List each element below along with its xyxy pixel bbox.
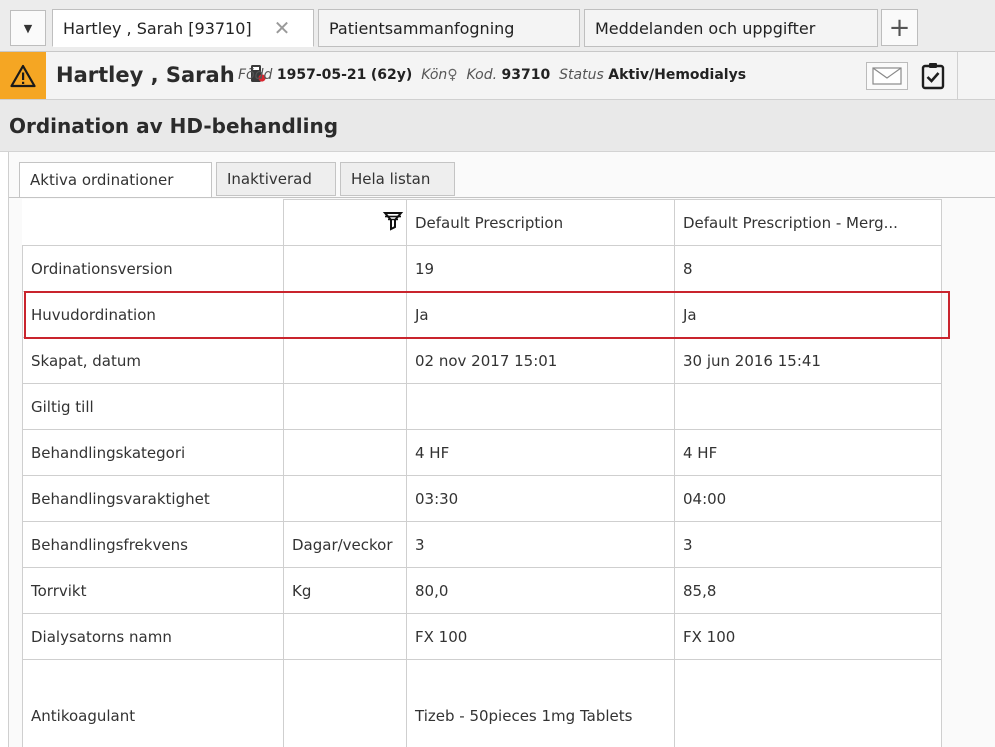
clipboard-check-icon xyxy=(921,63,945,90)
envelope-icon xyxy=(872,67,902,85)
cell-value: FX 100 xyxy=(406,613,675,660)
age-value: (62y) xyxy=(370,67,413,83)
subtab-full-list[interactable]: Hela listan xyxy=(340,162,455,196)
cell-value: 85,8 xyxy=(674,567,942,614)
prescription-table: Default Prescription Default Prescriptio… xyxy=(22,199,942,747)
cell-value xyxy=(674,659,942,747)
code-label: Kod. xyxy=(466,67,498,83)
table-row: Huvudordination Ja Ja xyxy=(22,291,942,338)
tab-patient-merge-label: Patientsammanfogning xyxy=(329,18,515,38)
subtab-inactivated-label: Inaktiverad xyxy=(227,170,312,188)
table-row: Behandlingsfrekvens Dagar/veckor 3 3 xyxy=(22,521,942,568)
tab-patient[interactable]: Hartley , Sarah [93710] ✕ xyxy=(52,9,314,47)
column-header[interactable]: Default Prescription - Merg... xyxy=(674,199,942,246)
status-label: Status xyxy=(559,67,604,83)
cell-value: 4 HF xyxy=(674,429,942,476)
cell-value: 30 jun 2016 15:41 xyxy=(674,337,942,384)
table-row: Antikoagulant Tizeb - 50pieces 1mg Table… xyxy=(22,659,942,747)
warning-icon[interactable] xyxy=(0,52,46,99)
cell-value: Tizeb - 50pieces 1mg Tablets xyxy=(406,659,675,747)
row-unit xyxy=(283,659,407,747)
cell-value: 02 nov 2017 15:01 xyxy=(406,337,675,384)
cell-value: 3 xyxy=(674,521,942,568)
status-value: Aktiv/Hemodialys xyxy=(608,67,747,83)
tab-patient-merge[interactable]: Patientsammanfogning xyxy=(318,9,580,47)
section-header: Ordination av HD-behandling xyxy=(0,100,995,152)
code-value: 93710 xyxy=(501,67,551,83)
row-unit xyxy=(283,429,407,476)
row-label: Behandlingsfrekvens xyxy=(22,521,284,568)
header-empty-cell xyxy=(22,199,284,246)
gender-label: Kön xyxy=(421,67,448,83)
row-label: Skapat, datum xyxy=(22,337,284,384)
messages-button[interactable] xyxy=(866,62,908,90)
patient-details: Född 1957-05-21 (62y) Kön♀ Kod. 93710 St… xyxy=(238,67,746,83)
tab-strip: ▼ Hartley , Sarah [93710] ✕ Patientsamma… xyxy=(0,0,995,52)
female-icon: ♀ xyxy=(447,67,458,83)
patient-name: Hartley , Sarah xyxy=(56,63,266,89)
row-unit xyxy=(283,383,407,430)
cell-value: 3 xyxy=(406,521,675,568)
cell-value: 80,0 xyxy=(406,567,675,614)
cell-value: 03:30 xyxy=(406,475,675,522)
table-row: Behandlingsvaraktighet 03:30 04:00 xyxy=(22,475,942,522)
table-row: Behandlingskategori 4 HF 4 HF xyxy=(22,429,942,476)
cell-value: 04:00 xyxy=(674,475,942,522)
table-row: Giltig till xyxy=(22,383,942,430)
cell-value xyxy=(406,383,675,430)
cell-value: Ja xyxy=(406,291,675,338)
cell-value xyxy=(674,383,942,430)
row-label: Torrvikt xyxy=(22,567,284,614)
row-label: Antikoagulant xyxy=(22,659,284,747)
tab-messages-tasks[interactable]: Meddelanden och uppgifter xyxy=(584,9,878,47)
cell-value: 19 xyxy=(406,245,675,292)
cell-value: Ja xyxy=(674,291,942,338)
tab-patient-label: Hartley , Sarah [93710] xyxy=(63,18,252,38)
add-tab-button[interactable]: + xyxy=(881,9,918,46)
tab-list-dropdown-button[interactable]: ▼ xyxy=(10,10,46,46)
header-filter-cell xyxy=(283,199,407,246)
plus-icon: + xyxy=(888,12,911,43)
row-label: Dialysatorns namn xyxy=(22,613,284,660)
cell-value: 8 xyxy=(674,245,942,292)
row-unit xyxy=(283,337,407,384)
row-label: Behandlingskategori xyxy=(22,429,284,476)
cell-value: 4 HF xyxy=(406,429,675,476)
row-unit xyxy=(283,613,407,660)
close-icon[interactable]: ✕ xyxy=(274,16,291,40)
tab-messages-tasks-label: Meddelanden och uppgifter xyxy=(595,18,816,38)
subtab-inactivated[interactable]: Inaktiverad xyxy=(216,162,336,196)
born-value: 1957-05-21 xyxy=(276,67,367,83)
row-unit xyxy=(283,291,407,338)
subtab-active-prescriptions-label: Aktiva ordinationer xyxy=(30,171,174,189)
row-unit xyxy=(283,475,407,522)
table-row: Skapat, datum 02 nov 2017 15:01 30 jun 2… xyxy=(22,337,942,384)
born-label: Född xyxy=(238,67,273,83)
header-divider xyxy=(957,52,958,99)
table-row: Ordinationsversion 19 8 xyxy=(22,245,942,292)
chevron-down-icon: ▼ xyxy=(23,21,33,35)
row-label: Huvudordination xyxy=(22,291,284,338)
row-unit: Dagar/veckor xyxy=(283,521,407,568)
page-title: Ordination av HD-behandling xyxy=(9,114,339,138)
column-header[interactable]: Default Prescription xyxy=(406,199,675,246)
subtab-active-prescriptions[interactable]: Aktiva ordinationer xyxy=(19,162,212,198)
filter-icon[interactable] xyxy=(382,210,404,236)
subtab-full-list-label: Hela listan xyxy=(351,170,431,188)
row-unit xyxy=(283,245,407,292)
table-header-row: Default Prescription Default Prescriptio… xyxy=(22,199,942,246)
table-row: Torrvikt Kg 80,0 85,8 xyxy=(22,567,942,614)
patient-header: Hartley , Sarah Född 1957-05-21 (62y) Kö… xyxy=(0,52,995,100)
table-row: Dialysatorns namn FX 100 FX 100 xyxy=(22,613,942,660)
cell-value: FX 100 xyxy=(674,613,942,660)
row-unit: Kg xyxy=(283,567,407,614)
row-label: Ordinationsversion xyxy=(22,245,284,292)
clipboard-check-button[interactable] xyxy=(915,58,951,94)
subtab-divider xyxy=(9,197,995,198)
patient-name-text: Hartley , Sarah xyxy=(56,63,235,87)
row-label: Behandlingsvaraktighet xyxy=(22,475,284,522)
row-label: Giltig till xyxy=(22,383,284,430)
